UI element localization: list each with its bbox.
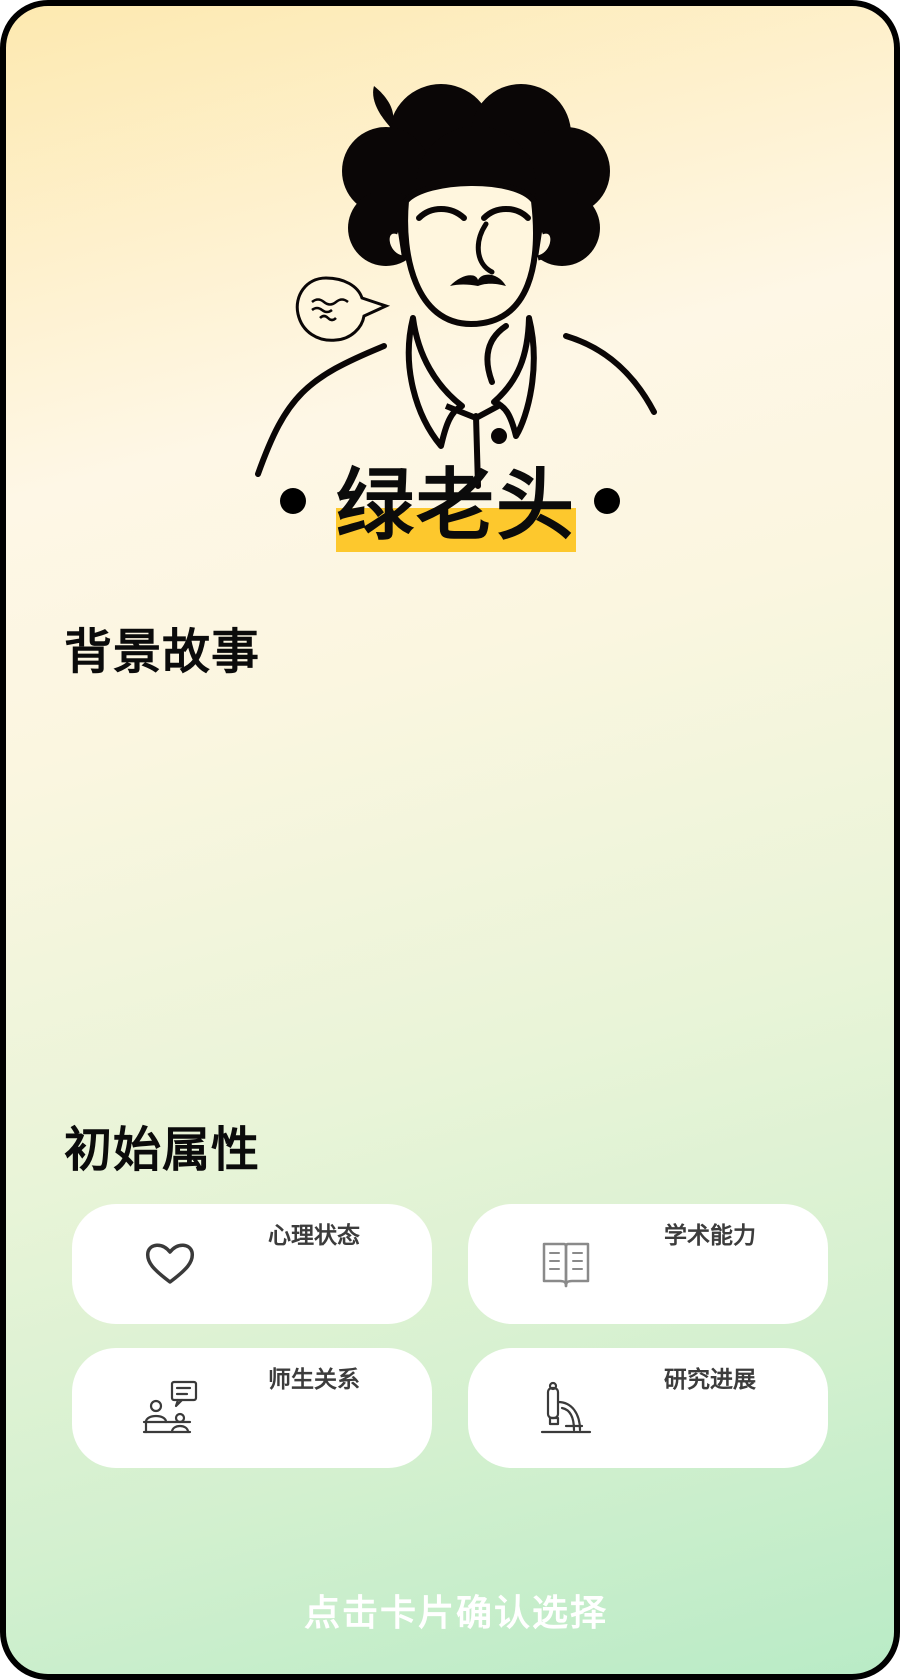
confirm-selection-hint[interactable]: 点击卡片确认选择 <box>6 1584 894 1636</box>
character-name: 绿老头 <box>335 461 576 551</box>
initial-attributes-title: 初始属性 <box>64 1122 261 1178</box>
attribute-card-teacher-student-relation[interactable]: 师生关系 <box>72 1348 432 1468</box>
attribute-label: 心理状态 <box>268 1223 360 1249</box>
attribute-label: 研究进展 <box>664 1367 756 1393</box>
background-story-text <box>64 696 848 1056</box>
character-card[interactable]: 绿老头 背景故事 初始属性 心理状态 学术能力 师生关系 研究进展 点击卡片确认… <box>0 0 900 1680</box>
teacher-student-icon <box>142 1380 198 1434</box>
attribute-card-academic-ability[interactable]: 学术能力 <box>468 1204 828 1324</box>
book-icon <box>542 1242 590 1288</box>
attribute-card-mental-state[interactable]: 心理状态 <box>72 1204 432 1324</box>
character-avatar <box>255 84 657 489</box>
attribute-label: 师生关系 <box>268 1367 360 1393</box>
attribute-label: 学术能力 <box>664 1223 756 1249</box>
attribute-card-research-progress[interactable]: 研究进展 <box>468 1348 828 1468</box>
speech-bubble-icon <box>295 276 391 342</box>
character-name-block: 绿老头 <box>6 456 894 556</box>
background-story-title: 背景故事 <box>64 624 261 680</box>
heart-icon <box>145 1243 195 1284</box>
microscope-icon <box>540 1381 592 1434</box>
face <box>402 180 539 328</box>
